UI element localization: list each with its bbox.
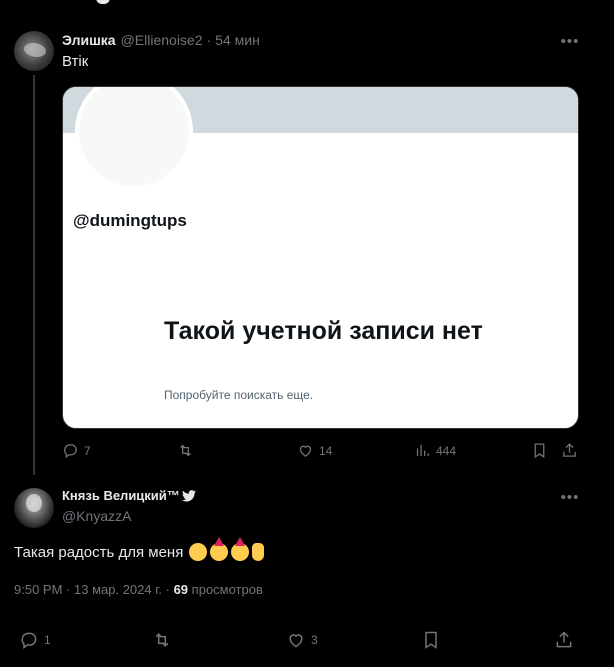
author-name-row[interactable]: Князь Велицкий™ — [62, 488, 196, 503]
card-handle: @dumingtups — [73, 211, 187, 230]
reply-icon — [21, 632, 37, 649]
bookmark-icon — [425, 631, 437, 649]
bookmark-button[interactable] — [421, 630, 441, 650]
reply-button[interactable]: 7 — [62, 442, 91, 459]
tweet-text: Такая радость для меня — [14, 537, 267, 561]
party-face-emoji-icon — [210, 537, 229, 561]
card-title: Такой учетной записи нет — [164, 317, 483, 345]
retweet-button[interactable] — [177, 442, 194, 459]
author-handle[interactable]: @KnyazzA — [62, 508, 131, 524]
tweet-actions: 1 3 — [14, 630, 584, 652]
retweet-icon — [155, 633, 169, 647]
avatar[interactable] — [14, 488, 54, 528]
separator-dot: · — [206, 32, 212, 48]
card-subtitle: Попробуйте поискать еще. — [164, 388, 314, 402]
tweet-time[interactable]: 9:50 PM — [14, 582, 62, 597]
reply-count: 7 — [84, 443, 91, 458]
views-button[interactable]: 444 — [414, 442, 456, 459]
tweet-text: Втік — [62, 53, 89, 70]
like-count: 3 — [311, 633, 318, 647]
share-icon — [556, 631, 572, 648]
bookmark-icon — [534, 443, 545, 459]
share-icon — [563, 443, 576, 457]
avatar[interactable] — [14, 31, 54, 71]
victory-hand-emoji-icon — [252, 543, 265, 561]
views-label: просмотров — [191, 582, 263, 597]
party-face-emoji-icon — [231, 537, 250, 561]
views-count: 69 — [173, 582, 189, 597]
retweet-icon — [180, 444, 191, 457]
emoji-group — [189, 537, 267, 561]
author-name[interactable]: Князь Велицкий™ — [62, 488, 180, 503]
thread-line — [33, 75, 35, 475]
share-button[interactable] — [554, 630, 574, 650]
share-button[interactable] — [561, 442, 578, 459]
author-handle[interactable]: @Ellienoise2 — [121, 32, 203, 48]
reply-count: 1 — [44, 633, 51, 647]
quoted-account-card[interactable]: @dumingtups Такой учетной записи нет Поп… — [62, 86, 579, 429]
tweet-meta: 9:50 PM · 13 мар. 2024 г. · 69 просмотро… — [14, 582, 263, 597]
like-button[interactable]: 3 — [286, 630, 318, 650]
views-icon — [416, 444, 429, 457]
tweet-timestamp[interactable]: 54 мин — [215, 32, 260, 48]
views-count: 444 — [436, 443, 457, 458]
reply-icon — [64, 444, 77, 459]
tweet-actions: 7 14 444 — [62, 442, 582, 462]
more-icon[interactable]: ••• — [560, 487, 580, 507]
profile-avatar-placeholder — [75, 87, 193, 190]
tweet-date[interactable]: 13 мар. 2024 г. — [74, 582, 162, 597]
author-name[interactable]: Элишка — [62, 32, 116, 48]
tweet-text-content: Такая радость для меня — [14, 543, 184, 561]
bookmark-button[interactable] — [531, 442, 548, 459]
like-icon — [299, 445, 312, 457]
like-count: 14 — [319, 443, 333, 458]
sneeze-face-emoji-icon — [189, 543, 208, 561]
tweet-header: Элишка @Ellienoise2 · 54 мин — [62, 32, 260, 48]
bird-icon — [181, 489, 196, 501]
more-icon[interactable]: ••• — [560, 31, 580, 51]
reply-button[interactable]: 1 — [19, 630, 51, 650]
retweet-button[interactable] — [152, 630, 172, 650]
like-button[interactable]: 14 — [297, 442, 332, 459]
like-icon — [289, 634, 303, 648]
previous-content-sliver — [0, 0, 614, 8]
